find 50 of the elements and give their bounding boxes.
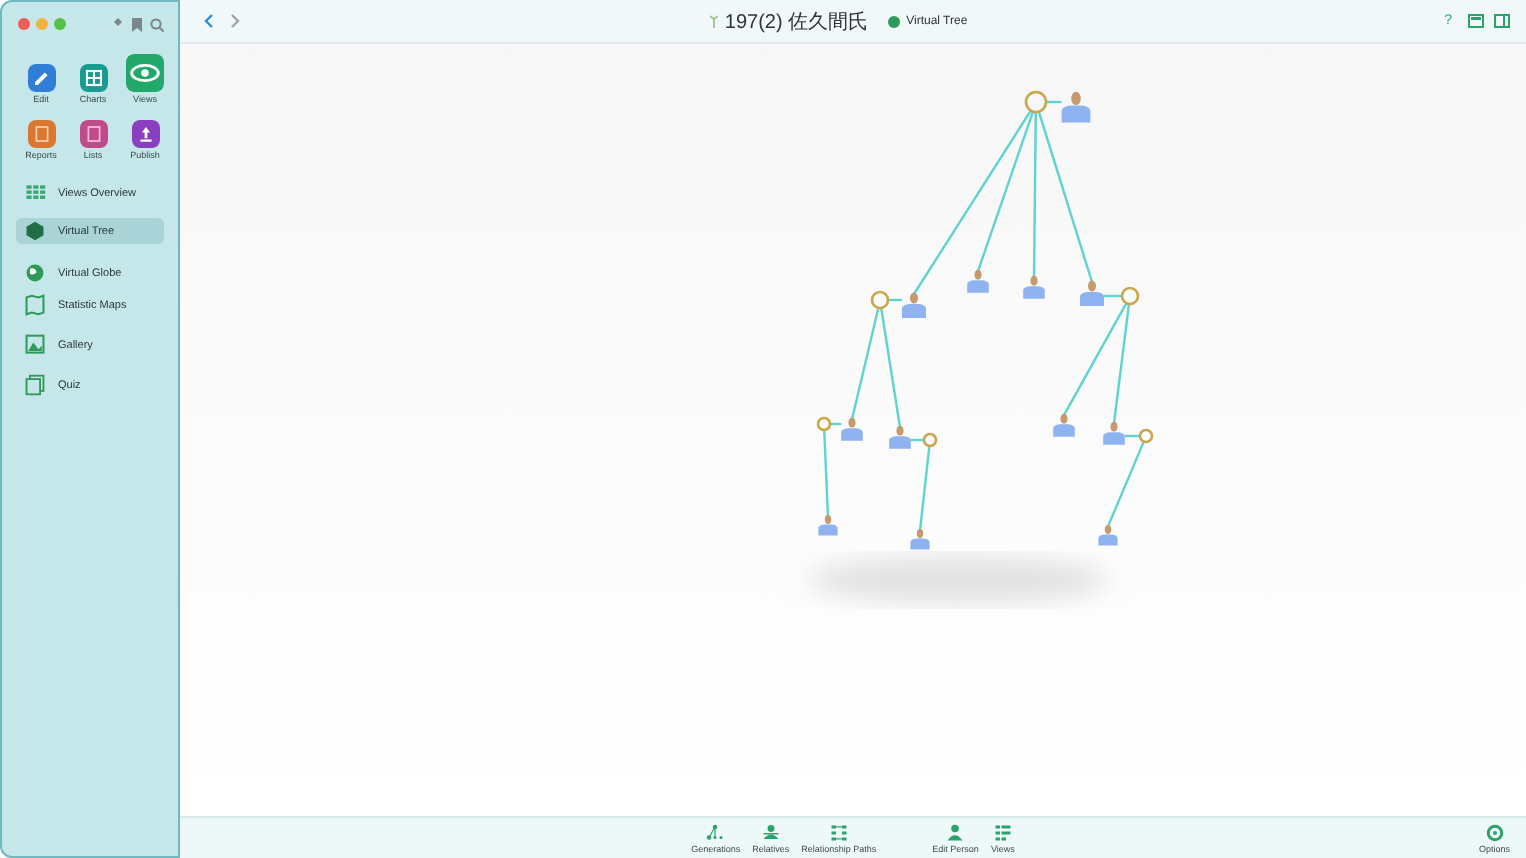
gear-icon	[1485, 823, 1504, 841]
connector-line	[850, 307, 880, 420]
person-figure[interactable]	[1053, 413, 1075, 437]
connector-line	[823, 429, 830, 517]
person-figure[interactable]	[841, 417, 863, 441]
person-figure[interactable]	[889, 425, 911, 449]
connector-line	[1106, 441, 1145, 527]
people-icon	[761, 823, 780, 841]
person-figure[interactable]	[910, 529, 930, 550]
minimize-window-icon[interactable]	[36, 18, 48, 30]
connector-line	[918, 445, 931, 531]
ring-icon[interactable]	[816, 416, 832, 432]
forward-chevron-icon[interactable]	[230, 14, 240, 28]
person-figure[interactable]	[1080, 280, 1104, 306]
sidebar-panel-icon[interactable]	[1494, 14, 1510, 28]
person-figure[interactable]	[1103, 421, 1125, 445]
ring-icon[interactable]	[922, 432, 938, 448]
ring-icon[interactable]	[870, 290, 890, 310]
cube-icon	[24, 220, 46, 242]
tree-icon	[710, 14, 719, 28]
person-figure[interactable]	[1023, 275, 1045, 299]
connector-line	[880, 307, 902, 428]
person-icon	[946, 823, 965, 841]
hierarchy-icon	[706, 823, 725, 841]
search-icon[interactable]	[150, 17, 164, 31]
list-icon	[993, 823, 1012, 841]
grid-icon	[829, 823, 848, 841]
connector-line	[888, 298, 902, 302]
person-name: 197(2) 佐久間氏	[724, 9, 869, 35]
ring-icon[interactable]	[1120, 286, 1140, 306]
cards-icon	[24, 374, 46, 396]
ring-icon[interactable]	[1138, 428, 1154, 444]
ring-icon[interactable]	[1024, 90, 1048, 114]
dot-icon	[888, 15, 901, 27]
picture-icon	[24, 334, 46, 356]
bookmark-icon[interactable]	[132, 17, 142, 31]
close-window-icon[interactable]	[18, 18, 30, 30]
back-chevron-icon[interactable]	[204, 14, 214, 28]
person-figure[interactable]	[902, 292, 926, 318]
globe-icon	[24, 262, 46, 284]
connector-line	[830, 422, 842, 426]
person-figure[interactable]	[967, 269, 989, 293]
person-figure[interactable]	[818, 515, 838, 536]
window-icon[interactable]	[1468, 14, 1484, 28]
person-figure[interactable]	[1098, 525, 1118, 546]
grid-icon	[24, 182, 46, 204]
maximize-window-icon[interactable]	[54, 18, 66, 30]
connector-line	[1046, 100, 1062, 104]
person-figure[interactable]	[1061, 91, 1091, 123]
map-icon	[24, 294, 46, 316]
